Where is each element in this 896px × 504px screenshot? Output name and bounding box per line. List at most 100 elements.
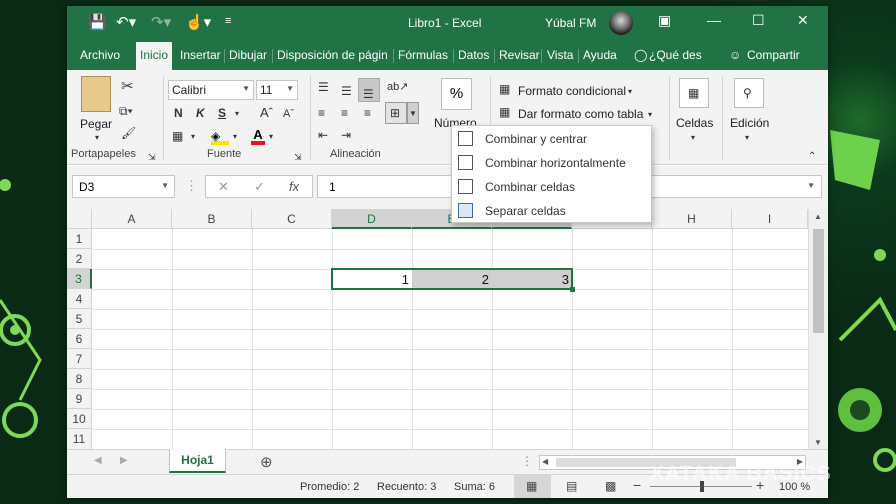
prev-sheet-icon[interactable]: ◀	[94, 455, 102, 466]
merge-center-button[interactable]: ⊞	[385, 102, 407, 124]
undo-icon[interactable]: ↶▾	[116, 13, 136, 31]
editing-icon[interactable]: ⚲	[734, 78, 764, 108]
column-header[interactable]: D	[332, 209, 412, 229]
tab-ayuda[interactable]: Ayuda	[583, 48, 617, 62]
next-sheet-icon[interactable]: ▶	[120, 455, 128, 466]
user-name[interactable]: Yúbal FM	[545, 16, 596, 30]
chevron-down-icon[interactable]: ▼	[807, 181, 815, 190]
page-layout-icon[interactable]: ▤	[566, 479, 577, 493]
menu-item-unmerge[interactable]: Separar celdas	[452, 199, 651, 223]
add-sheet-icon[interactable]: ⊕	[260, 453, 273, 471]
orientation-icon[interactable]: ab↗	[387, 80, 408, 94]
tab-dibujar[interactable]: Dibujar	[229, 48, 267, 62]
redo-icon[interactable]: ↷▾	[151, 13, 171, 31]
editing-button[interactable]: Edición	[730, 116, 769, 130]
font-size-select[interactable]: 11 ▼	[256, 80, 298, 100]
increase-indent-icon[interactable]: ⇥	[341, 128, 351, 142]
bold-button[interactable]: N	[174, 106, 183, 120]
collapse-ribbon-icon[interactable]: ⌃	[808, 150, 816, 164]
align-center-icon[interactable]: ≡	[341, 106, 348, 120]
tab-vista[interactable]: Vista	[547, 48, 573, 62]
format-painter-icon[interactable]: 🖌	[121, 126, 136, 140]
align-middle-icon[interactable]: ☰	[341, 84, 352, 98]
enter-icon[interactable]: ✓	[254, 179, 265, 195]
align-right-icon[interactable]: ≡	[364, 106, 371, 120]
column-header[interactable]: I	[732, 209, 808, 229]
dialog-launcher-icon[interactable]: ⇲	[148, 150, 156, 164]
row-header[interactable]: 10	[67, 409, 92, 429]
conditional-format-button[interactable]: Formato condicional	[518, 84, 626, 98]
name-box[interactable]: D3 ▼	[72, 175, 175, 198]
underline-button[interactable]: S	[218, 106, 226, 120]
close-icon[interactable]: ✕	[797, 12, 809, 29]
scroll-up-icon[interactable]: ▲	[814, 212, 822, 221]
format-as-table-icon[interactable]: ▦	[499, 105, 510, 119]
tab-revisar[interactable]: Revisar	[499, 48, 540, 62]
chevron-down-icon[interactable]: ▾	[648, 108, 652, 122]
column-header[interactable]: B	[172, 209, 252, 229]
row-header[interactable]: 5	[67, 309, 92, 329]
menu-item-merge-across[interactable]: Combinar horizontalmente	[452, 151, 651, 175]
tab-disposicion[interactable]: Disposición de págin	[277, 48, 388, 62]
row-header[interactable]: 1	[67, 229, 92, 249]
tell-me-search[interactable]: ¿Qué des	[649, 48, 702, 62]
save-icon[interactable]: 💾	[88, 13, 107, 31]
cancel-icon[interactable]: ✕	[218, 179, 229, 195]
tab-archivo[interactable]: Archivo	[80, 48, 120, 62]
tab-insertar[interactable]: Insertar	[180, 48, 221, 62]
conditional-format-icon[interactable]: ▦	[499, 82, 510, 96]
worksheet-grid[interactable]: A B C D E F G H I 1 2 3 4 5 6 7 8 9 10 1…	[67, 209, 828, 452]
font-color-icon[interactable]: A	[251, 127, 265, 145]
sheet-tab-hoja1[interactable]: Hoja1	[169, 449, 226, 473]
number-format-button[interactable]: %	[441, 78, 472, 110]
zoom-out-icon[interactable]: −	[633, 477, 641, 493]
insert-function-icon[interactable]: fx	[289, 179, 299, 194]
menu-item-merge-center[interactable]: Combinar y centrar	[452, 127, 651, 151]
row-header[interactable]: 4	[67, 289, 92, 309]
row-header[interactable]: 6	[67, 329, 92, 349]
minimize-icon[interactable]: —	[707, 12, 721, 28]
cell-e3[interactable]: 2	[412, 272, 489, 287]
copy-icon[interactable]: ⧉▾	[119, 104, 133, 118]
column-header[interactable]: H	[652, 209, 732, 229]
decrease-font-icon[interactable]: Aˇ	[283, 107, 294, 121]
decrease-indent-icon[interactable]: ⇤	[318, 128, 328, 142]
fill-color-icon[interactable]: ◈	[211, 129, 229, 145]
scroll-down-icon[interactable]: ▼	[814, 438, 822, 447]
row-header[interactable]: 8	[67, 369, 92, 389]
chevron-down-icon[interactable]: ▾	[691, 131, 695, 145]
lightbulb-icon[interactable]: ◯	[634, 48, 647, 62]
paste-icon[interactable]	[81, 76, 111, 112]
ribbon-display-icon[interactable]: ▣	[658, 12, 671, 29]
row-header[interactable]: 3	[67, 269, 92, 289]
chevron-down-icon[interactable]: ▾	[269, 130, 273, 144]
cells-button[interactable]: Celdas	[676, 116, 713, 130]
vertical-scrollbar[interactable]: ▲ ▼	[808, 209, 828, 452]
cut-icon[interactable]: ✂	[121, 79, 134, 94]
tab-datos[interactable]: Datos	[458, 48, 489, 62]
normal-view-button[interactable]: ▦	[514, 475, 551, 498]
chevron-down-icon[interactable]: ▾	[95, 131, 99, 145]
share-icon[interactable]: ☺	[729, 48, 741, 62]
row-header[interactable]: 9	[67, 389, 92, 409]
tab-inicio[interactable]: Inicio	[136, 42, 173, 70]
cell-f3[interactable]: 3	[492, 272, 569, 287]
column-header[interactable]: A	[92, 209, 172, 229]
row-header[interactable]: 2	[67, 249, 92, 269]
dialog-launcher-icon[interactable]: ⇲	[294, 150, 302, 164]
row-header[interactable]: 7	[67, 349, 92, 369]
chevron-down-icon[interactable]: ▾	[191, 130, 195, 144]
chevron-down-icon[interactable]: ▾	[233, 130, 237, 144]
scroll-left-icon[interactable]: ◀	[542, 457, 548, 466]
chevron-down-icon[interactable]: ▾	[745, 131, 749, 145]
chevron-down-icon[interactable]: ▾	[235, 107, 239, 121]
align-left-icon[interactable]: ≡	[318, 106, 325, 120]
page-break-icon[interactable]: ▩	[605, 479, 616, 493]
maximize-icon[interactable]: ☐	[752, 12, 765, 29]
paste-button[interactable]: Pegar	[80, 117, 112, 131]
share-button[interactable]: Compartir	[747, 48, 800, 62]
column-header[interactable]: C	[252, 209, 332, 229]
menu-item-merge-cells[interactable]: Combinar celdas	[452, 175, 651, 199]
customize-qat-icon[interactable]: ≡	[225, 15, 231, 27]
format-as-table-button[interactable]: Dar formato como tabla	[518, 107, 643, 121]
